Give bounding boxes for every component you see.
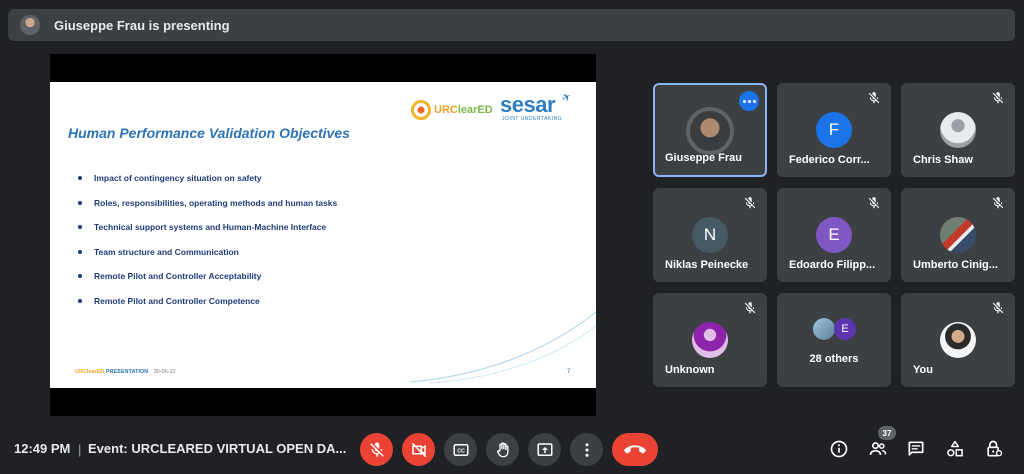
- people-icon: [869, 442, 887, 455]
- participant-name: Edoardo Filipp...: [789, 259, 876, 271]
- slide-title: Human Performance Validation Objectives: [68, 125, 350, 141]
- avatar: [686, 107, 734, 155]
- avatar: F: [816, 112, 852, 148]
- participant-name: Unknown: [665, 364, 715, 376]
- participant-tile-you[interactable]: You: [901, 293, 1015, 387]
- mic-off-icon: [744, 302, 756, 314]
- activities-button[interactable]: [943, 437, 967, 461]
- participant-tile-giuseppe-frau[interactable]: Giuseppe Frau: [653, 83, 767, 177]
- captions-icon: CC: [453, 443, 468, 456]
- captions-button[interactable]: CC: [444, 433, 477, 466]
- bullet-item: Remote Pilot and Controller Competence: [78, 295, 337, 320]
- present-now-button[interactable]: [528, 433, 561, 466]
- avatar: [940, 322, 976, 358]
- mic-off-icon: [369, 442, 384, 457]
- chat-icon: [908, 441, 924, 456]
- urclearred-logo-icon: [411, 100, 431, 120]
- present-screen-icon: [537, 442, 552, 456]
- participant-tile-niklas[interactable]: N Niklas Peinecke: [653, 188, 767, 282]
- people-count-badge: 37: [878, 426, 896, 440]
- participant-name: You: [913, 364, 933, 376]
- meeting-details-button[interactable]: [827, 437, 851, 461]
- sesar-logo-name: sesar: [500, 92, 556, 117]
- host-controls-button[interactable]: [982, 437, 1006, 461]
- avatar: [692, 322, 728, 358]
- leave-call-button[interactable]: [612, 433, 658, 466]
- participant-tile-others[interactable]: E 28 others: [777, 293, 891, 387]
- footer-label: PRESENTATION: [105, 369, 149, 375]
- camera-off-icon: [411, 442, 426, 457]
- more-options-button[interactable]: [570, 433, 603, 466]
- avatar: E: [816, 217, 852, 253]
- separator: |: [78, 442, 82, 457]
- sesar-logo-sub: JOINT UNDERTAKING: [502, 116, 563, 122]
- presenting-text: Giuseppe Frau is presenting: [54, 17, 230, 33]
- bullet-item: Impact of contingency situation on safet…: [78, 172, 337, 197]
- avatar: [813, 318, 835, 340]
- bullet-item: Roles, responsibilities, operating metho…: [78, 197, 337, 222]
- others-count-label: 28 others: [809, 353, 859, 365]
- participant-tile-edoardo[interactable]: E Edoardo Filipp...: [777, 188, 891, 282]
- footer-brand: URClearED: [75, 369, 105, 375]
- bullet-item: Team structure and Communication: [78, 246, 337, 271]
- presenting-banner: Giuseppe Frau is presenting: [8, 9, 1015, 41]
- avatar: E: [834, 318, 856, 340]
- svg-text:CC: CC: [457, 448, 465, 454]
- camera-toggle-button[interactable]: [402, 433, 435, 466]
- logo-urc-part1: URC: [434, 104, 458, 116]
- sesar-logo: sesar JOINT UNDERTAKING ✈: [500, 90, 574, 122]
- participant-name: Chris Shaw: [913, 154, 973, 166]
- raise-hand-button[interactable]: [486, 433, 519, 466]
- participant-name: Giuseppe Frau: [665, 152, 743, 164]
- participant-name: Federico Corr...: [789, 154, 870, 166]
- host-controls-icon: [987, 440, 1003, 457]
- mic-off-icon: [992, 92, 1004, 104]
- activities-icon: [947, 440, 963, 457]
- participant-tile-unknown[interactable]: Unknown: [653, 293, 767, 387]
- slide-footer: URClearED PRESENTATION 30-06-22: [75, 369, 176, 375]
- avatar: [940, 217, 976, 253]
- participant-tile-chris-shaw[interactable]: Chris Shaw: [901, 83, 1015, 177]
- slide-bullet-list: Impact of contingency situation on safet…: [78, 172, 337, 319]
- bullet-item: Remote Pilot and Controller Acceptabilit…: [78, 270, 337, 295]
- clock: 12:49 PM: [14, 441, 71, 456]
- raise-hand-icon: [496, 441, 508, 457]
- avatar: [940, 112, 976, 148]
- hang-up-icon: [624, 444, 646, 454]
- shared-screen[interactable]: URClearED sesar JOINT UNDERTAKING ✈ Huma…: [50, 54, 596, 416]
- mic-off-icon: [868, 197, 880, 209]
- participant-tile-umberto[interactable]: Umberto Cinig...: [901, 188, 1015, 282]
- participant-tile-federico[interactable]: F Federico Corr...: [777, 83, 891, 177]
- mic-toggle-button[interactable]: [360, 433, 393, 466]
- mic-off-icon: [992, 197, 1004, 209]
- avatar: N: [692, 217, 728, 253]
- presenter-avatar: [20, 15, 40, 35]
- more-options-icon: [585, 442, 588, 457]
- more-options-icon[interactable]: [739, 91, 759, 111]
- footer-date: 30-06-22: [153, 369, 176, 375]
- presentation-slide: URClearED sesar JOINT UNDERTAKING ✈ Huma…: [50, 82, 596, 388]
- slide-page-number: 7: [567, 369, 571, 375]
- mic-off-icon: [868, 92, 880, 104]
- bullet-item: Technical support systems and Human-Mach…: [78, 221, 337, 246]
- urclearred-logo: URClearED: [411, 100, 493, 120]
- logo-urc-part2: learED: [457, 104, 493, 116]
- chat-button[interactable]: [904, 437, 928, 461]
- people-button[interactable]: [866, 437, 890, 461]
- participant-name: Niklas Peinecke: [665, 259, 749, 271]
- mic-off-icon: [744, 197, 756, 209]
- participant-name: Umberto Cinig...: [913, 259, 998, 271]
- mic-off-icon: [992, 302, 1004, 314]
- meeting-title: Event: URCLEARED VIRTUAL OPEN DA...: [88, 441, 347, 456]
- info-icon: [830, 440, 848, 458]
